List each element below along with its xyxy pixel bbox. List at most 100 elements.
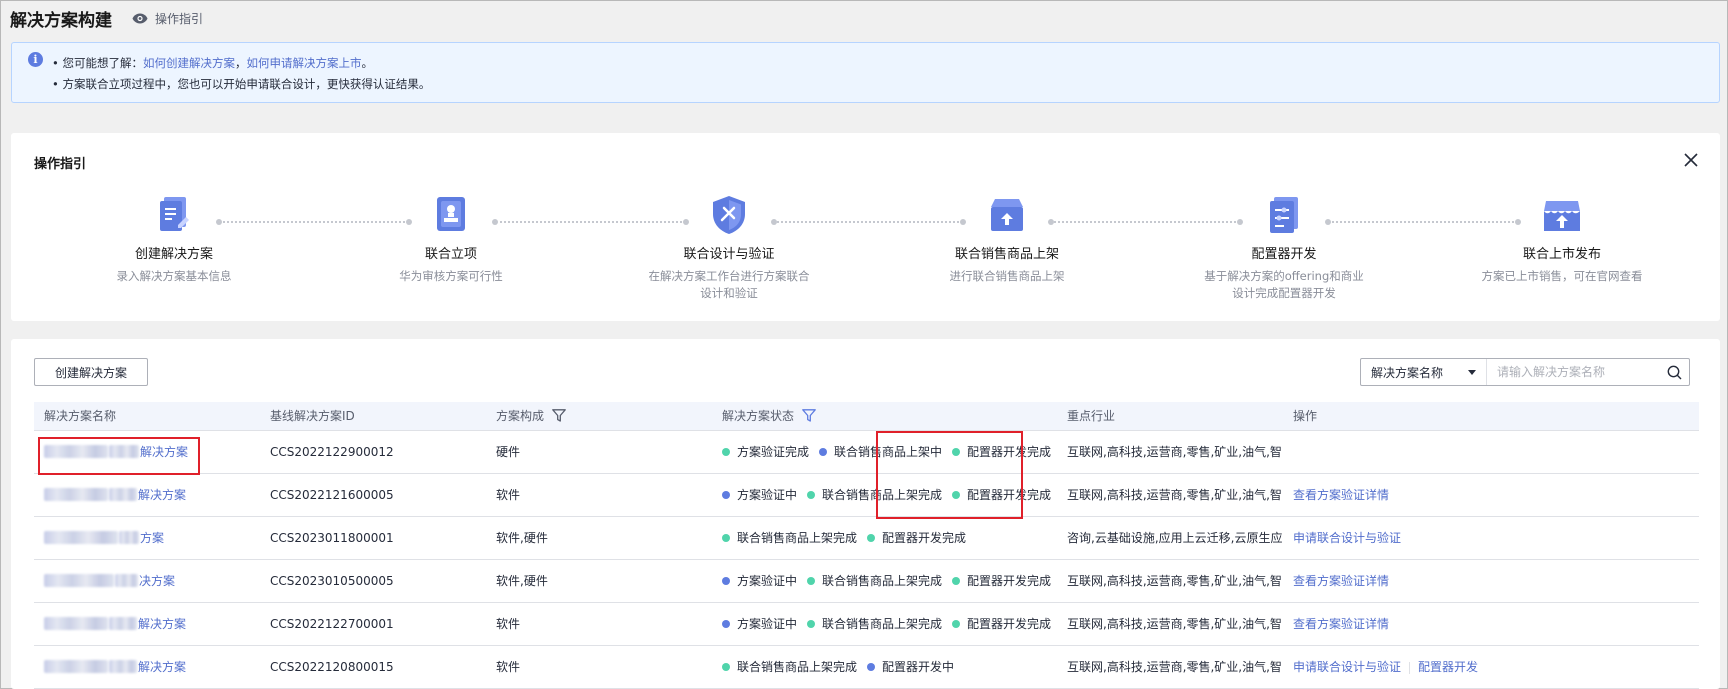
cell-status: 方案验证中 联合销售商品上架完成 配置器开发完成 (712, 602, 1057, 646)
status-label: 配置器开发完成 (967, 445, 1052, 459)
solution-name-wrap: 方案 (44, 529, 260, 546)
step-name: 联合销售商品上架 (954, 247, 1059, 262)
caret-down-icon (1468, 369, 1476, 375)
how-to-create-link[interactable]: 如何创建解决方案 (143, 56, 235, 70)
table-row[interactable]: 解决方案 CCS2022121600005 软件 方案验证中 联合销售商品上架完成 配置器… (34, 473, 1699, 517)
table-row[interactable]: 决方案 CCS2023010500005 软件,硬件 方案验证中 联合销售商品上架完成 配… (34, 559, 1699, 603)
status-badge: 方案验证中 (722, 572, 797, 589)
create-solution-button[interactable]: 创建解决方案 (34, 358, 148, 386)
search-field-select[interactable]: 解决方案名称 (1361, 359, 1487, 385)
cell-actions: 查看方案验证详情 (1283, 602, 1699, 646)
status-dot-icon (722, 533, 730, 542)
step-desc-line-2: 设计和验证 (700, 286, 758, 300)
info-banner: i • 您可能想了解：如何创建解决方案，如何申请解决方案上市。 • 方案联合立项… (11, 42, 1720, 103)
row-action-link[interactable]: 查看方案验证详情 (1293, 488, 1389, 502)
cell-solution-name: 方案 (34, 516, 260, 560)
table-row[interactable]: 解决方案 CCS2022122700001 软件 方案验证中 联合销售商品上架完成 配置器… (34, 602, 1699, 646)
solution-name-link[interactable]: 决方案 (139, 572, 175, 589)
col-header-industry: 重点行业 (1057, 402, 1283, 431)
row-action-link[interactable]: 申请联合设计与验证 (1293, 531, 1401, 545)
cell-composition: 软件 (486, 645, 712, 689)
cell-solution-name: 解决方案 (34, 430, 260, 474)
guide-panel: 操作指引 创建解决方案 录入解决方案基本信息 联合立项 华为审核方案可行性 联合… (11, 133, 1720, 321)
status-list: 联合销售商品上架完成 配置器开发中 (722, 658, 1057, 675)
status-list: 联合销售商品上架完成 配置器开发完成 (722, 529, 1057, 546)
status-dot-icon (819, 447, 828, 456)
guide-step-approval: 联合立项 华为审核方案可行性 (351, 193, 551, 285)
step-desc: 在解决方案工作台进行方案联合 设计和验证 (629, 268, 829, 302)
guide-toggle-link[interactable]: 操作指引 (132, 10, 203, 27)
cell-industry: 互联网,高科技,运营商,零售,矿业,油气,智... (1057, 602, 1283, 646)
status-label: 方案验证完成 (737, 445, 810, 459)
table-row[interactable]: 解决方案 CCS2022122900012 硬件 方案验证完成 联合销售商品上架中 配置器… (34, 430, 1699, 474)
col-header-actions: 操作 (1283, 402, 1699, 431)
row-action-link[interactable]: 配置器开发 (1418, 660, 1478, 674)
step-name: 配置器开发 (1251, 247, 1317, 262)
solution-name-link[interactable]: 解决方案 (138, 615, 186, 632)
solution-name-link[interactable]: 解决方案 (138, 658, 186, 675)
solution-name-wrap: 解决方案 (44, 658, 260, 675)
redacted-text (44, 574, 114, 587)
redacted-text (119, 531, 139, 544)
status-dot-icon (722, 662, 730, 671)
filter-icon[interactable] (802, 409, 816, 422)
banner-line-2: • 方案联合立项过程中，您也可以开始申请联合设计，更快获得认证结果。 (52, 77, 431, 91)
solution-name-wrap: 解决方案 (44, 615, 260, 632)
cell-actions (1283, 430, 1699, 474)
row-action-link[interactable]: 查看方案验证详情 (1293, 574, 1389, 588)
status-dot-icon (722, 490, 730, 499)
cell-solution-name: 决方案 (34, 559, 260, 603)
search-icon[interactable] (1659, 365, 1689, 380)
status-dot-icon (867, 533, 876, 542)
page-header: 解决方案构建 操作指引 (10, 6, 203, 31)
solution-name-link[interactable]: 解决方案 (138, 486, 186, 503)
solution-name-link[interactable]: 解决方案 (140, 443, 188, 460)
table-row[interactable]: 解决方案 CCS2022120800015 软件 联合销售商品上架完成 配置器开发中 互联… (34, 645, 1699, 689)
step-desc: 录入解决方案基本信息 (116, 269, 232, 283)
col-header-composition-label: 方案构成 (496, 409, 545, 424)
banner-line-1: • 您可能想了解：如何创建解决方案，如何申请解决方案上市。 (52, 55, 373, 71)
table-row[interactable]: 方案 CCS2023011800001 软件,硬件 联合销售商品上架完成 配置器开发完成… (34, 516, 1699, 560)
status-badge: 联合销售商品上架完成 (807, 572, 942, 589)
status-badge: 方案验证完成 (722, 443, 809, 460)
box-upload-icon (985, 193, 1029, 237)
status-badge: 联合销售商品上架完成 (722, 658, 857, 675)
status-list: 方案验证中 联合销售商品上架完成 配置器开发完成 (722, 572, 1057, 589)
cell-actions: 查看方案验证详情 (1283, 473, 1699, 517)
redacted-text (44, 617, 108, 630)
banner-line1-prefix: • 您可能想了解： (52, 56, 143, 70)
redacted-text (109, 488, 137, 501)
status-badge: 配置器开发完成 (952, 615, 1051, 632)
step-desc: 基于解决方案的offering和商业 设计完成配置器开发 (1184, 268, 1384, 302)
cell-industry: 咨询,云基础设施,应用上云迁移,云原生应... (1057, 516, 1283, 560)
solution-list-panel: 创建解决方案 解决方案名称 解决方案名称 基线解决方案ID 方案构成 解决方案状… (11, 339, 1720, 689)
step-name: 联合上市发布 (1522, 247, 1601, 262)
filter-icon[interactable] (552, 409, 566, 422)
how-to-launch-link[interactable]: 如何申请解决方案上市 (246, 56, 361, 70)
cell-status: 联合销售商品上架完成 配置器开发中 (712, 645, 1057, 689)
cell-status: 方案验证中 联合销售商品上架完成 配置器开发完成 (712, 559, 1057, 603)
status-label: 配置器开发中 (882, 660, 955, 674)
document-edit-icon (152, 193, 196, 237)
cell-baseline-id: CCS2022121600005 (260, 473, 486, 517)
cell-status: 方案验证中 联合销售商品上架完成 配置器开发完成 (712, 473, 1057, 517)
row-action-link[interactable]: 查看方案验证详情 (1293, 617, 1389, 631)
shield-tools-icon (707, 193, 751, 237)
guide-step-listing: 联合销售商品上架 进行联合销售商品上架 (907, 193, 1107, 285)
cell-actions: 申请联合设计与验证 (1283, 516, 1699, 560)
col-header-composition: 方案构成 (486, 402, 712, 431)
guide-step-design: 联合设计与验证 在解决方案工作台进行方案联合 设计和验证 (629, 193, 829, 302)
status-label: 联合销售商品上架中 (834, 445, 943, 459)
search-input[interactable] (1487, 359, 1659, 385)
redacted-text (44, 660, 108, 673)
status-label: 配置器开发完成 (882, 531, 967, 545)
redacted-text (109, 617, 137, 630)
solution-name-link[interactable]: 方案 (140, 529, 164, 546)
status-badge: 联合销售商品上架中 (819, 443, 942, 460)
solution-table: 解决方案名称 基线解决方案ID 方案构成 解决方案状态 重点行业 操作 解决方案… (34, 402, 1699, 689)
status-list: 方案验证完成 联合销售商品上架中 配置器开发完成 (722, 443, 1057, 460)
cell-composition: 硬件 (486, 430, 712, 474)
shop-upload-icon (1540, 193, 1584, 237)
status-label: 方案验证中 (737, 488, 798, 502)
row-action-link[interactable]: 申请联合设计与验证 (1293, 660, 1401, 674)
